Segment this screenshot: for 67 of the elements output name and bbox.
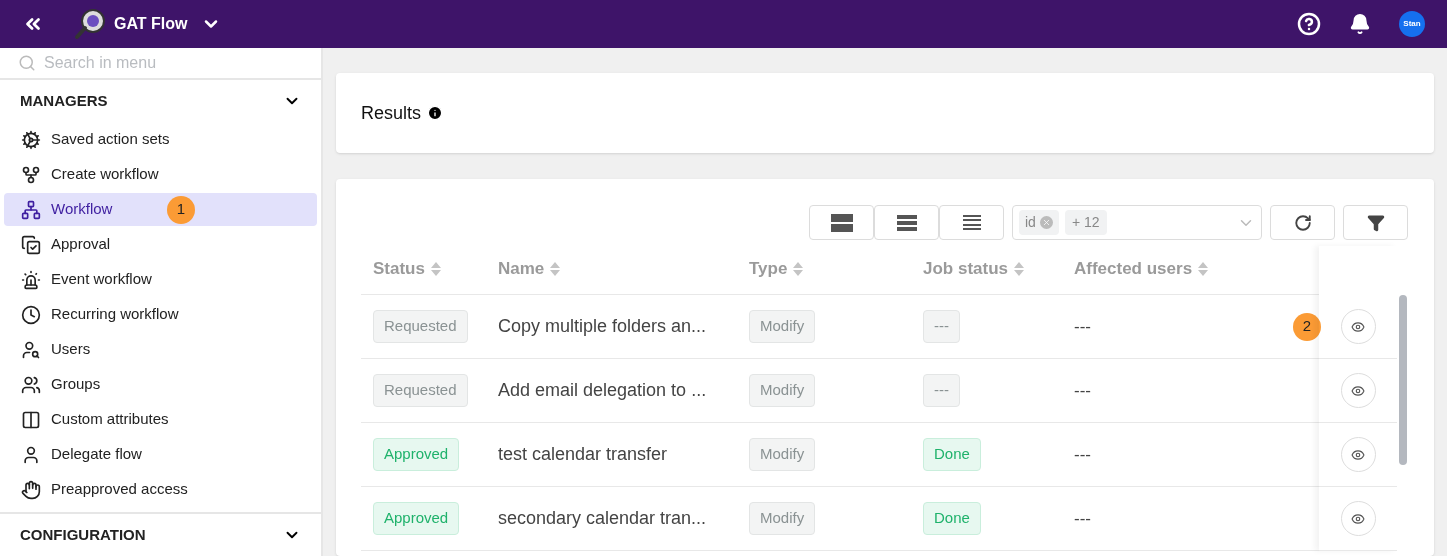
status-tag: Requested bbox=[373, 374, 468, 407]
status-tag: Done bbox=[923, 438, 981, 471]
results-title: Results bbox=[361, 101, 422, 125]
step-badge: 2 bbox=[1293, 312, 1321, 341]
status-tag: --- bbox=[923, 374, 960, 407]
hand-icon bbox=[21, 479, 41, 500]
fork-icon bbox=[21, 164, 41, 185]
table-cell: Add email delegation to ... bbox=[498, 380, 707, 400]
type-tag: Modify bbox=[749, 438, 816, 471]
menu-item[interactable]: Recurring workflow bbox=[4, 298, 317, 331]
info-icon bbox=[427, 105, 444, 121]
clock-icon bbox=[21, 304, 41, 325]
status-tag: --- bbox=[923, 310, 960, 343]
section-header[interactable]: MANAGERS bbox=[20, 89, 108, 113]
panel-icon bbox=[21, 409, 41, 430]
eye-icon bbox=[1351, 511, 1365, 526]
status-tag: Approved bbox=[373, 438, 460, 471]
section-header[interactable]: CONFIGURATION bbox=[20, 523, 146, 547]
gear-icon bbox=[21, 129, 41, 150]
large-rows-icon[interactable] bbox=[809, 205, 874, 240]
table-cell: test calendar transfer bbox=[498, 444, 668, 464]
table-cell: Copy multiple folders an... bbox=[498, 316, 707, 336]
type-tag: Modify bbox=[749, 374, 816, 407]
menu-item[interactable]: Saved action sets bbox=[4, 123, 317, 156]
user-icon bbox=[21, 444, 41, 465]
step-badge: 1 bbox=[167, 195, 195, 224]
compact-rows-icon[interactable] bbox=[939, 205, 1004, 240]
eye-icon bbox=[1351, 319, 1365, 334]
menu-item[interactable]: Create workflow bbox=[4, 158, 317, 191]
more-tag: + 12 bbox=[1064, 210, 1107, 235]
siren-icon bbox=[21, 269, 41, 290]
table-cell-text: --- bbox=[1074, 379, 1091, 402]
search-icon bbox=[18, 54, 36, 72]
menu-item[interactable]: Custom attributes bbox=[4, 403, 317, 436]
eye-icon bbox=[1351, 447, 1365, 462]
status-tag: Done bbox=[923, 502, 981, 535]
menu-item[interactable]: Approval bbox=[4, 228, 317, 261]
users-icon bbox=[21, 374, 41, 395]
menu-item[interactable]: Workflow 1 bbox=[4, 193, 317, 226]
menu-item[interactable]: Groups bbox=[4, 368, 317, 401]
menu-item[interactable]: Preapproved access bbox=[4, 473, 317, 506]
menu-item[interactable]: Event workflow bbox=[4, 263, 317, 296]
table-cell-text: --- bbox=[1074, 507, 1091, 530]
hierarchy-icon bbox=[21, 199, 41, 220]
type-tag: Modify bbox=[749, 310, 816, 343]
table-cell-text: --- bbox=[1074, 315, 1091, 338]
medium-rows-icon[interactable] bbox=[874, 205, 939, 240]
logo-icon bbox=[74, 8, 106, 40]
user-search-icon bbox=[21, 339, 41, 360]
checklist-icon bbox=[21, 234, 41, 255]
menu-item[interactable]: Users bbox=[4, 333, 317, 366]
status-tag: Requested bbox=[373, 310, 468, 343]
table-cell-text: --- bbox=[1074, 443, 1091, 466]
column-tag: id bbox=[1019, 210, 1059, 235]
app-name[interactable]: GAT Flow bbox=[114, 12, 188, 36]
status-tag: Approved bbox=[373, 502, 460, 535]
notification-icon[interactable] bbox=[1349, 13, 1371, 35]
type-tag: Modify bbox=[749, 502, 816, 535]
scrollbar[interactable] bbox=[1399, 295, 1407, 465]
filter-icon[interactable] bbox=[1343, 205, 1408, 240]
search-field[interactable]: Search in menu bbox=[44, 51, 303, 75]
eye-icon bbox=[1351, 383, 1365, 398]
user-avatar[interactable]: Stan bbox=[1399, 11, 1425, 37]
help-icon[interactable] bbox=[1297, 12, 1321, 36]
menu-item[interactable]: Delegate flow bbox=[4, 438, 317, 471]
table-cell: secondary calendar tran... bbox=[498, 508, 707, 528]
refresh-icon[interactable] bbox=[1270, 205, 1335, 240]
